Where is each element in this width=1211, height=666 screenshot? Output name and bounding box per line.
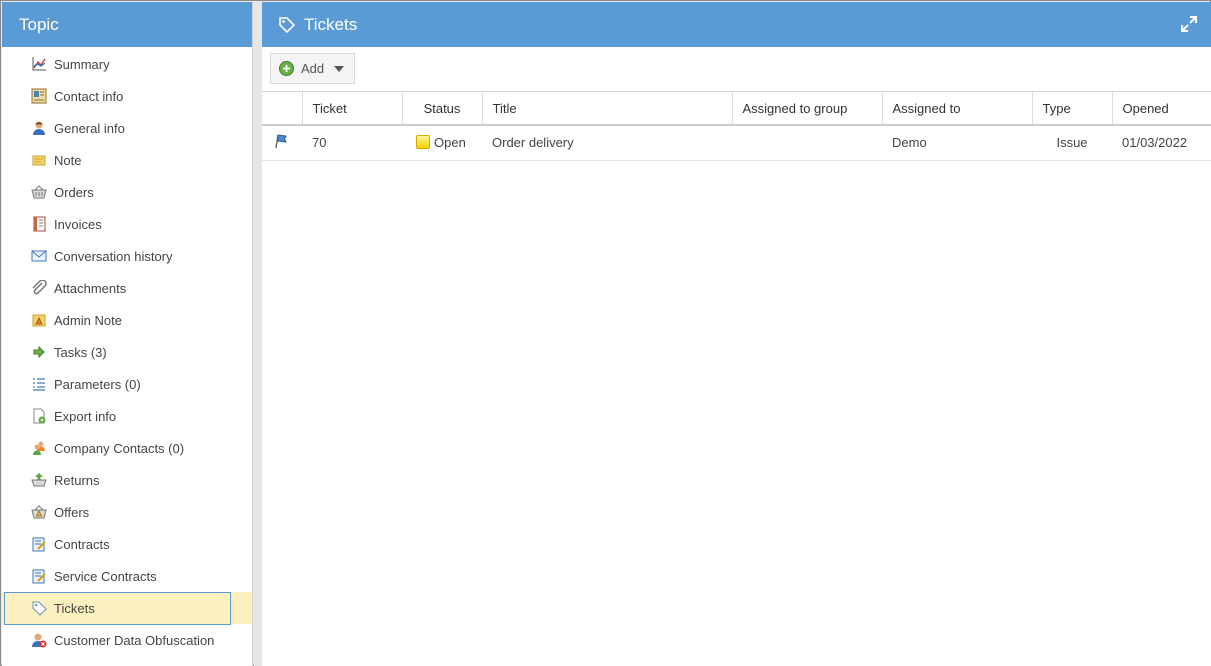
offer-basket-icon	[31, 504, 47, 520]
sidebar-item-label: Returns	[54, 472, 100, 488]
assigned-to: Demo	[882, 125, 1032, 161]
status-open-icon	[416, 135, 430, 150]
sidebar-item-label: Company Contacts (0)	[54, 440, 185, 456]
sidebar-item-label: General info	[54, 120, 125, 136]
sidebar-item-tasks[interactable]: Tasks (3)	[2, 336, 252, 368]
return-basket-icon	[31, 472, 47, 488]
status-cell: Open	[402, 125, 482, 161]
expand-icon[interactable]	[1181, 16, 1197, 32]
column-header-title[interactable]: Title	[482, 92, 733, 126]
column-header-status[interactable]: Status	[402, 92, 483, 126]
opened-date: 01/03/2022	[1112, 125, 1211, 161]
sidebar-item-label: Tickets	[54, 600, 95, 616]
column-header-ticket[interactable]: Ticket	[302, 92, 403, 126]
tickets-panel: Tickets Add Ticket Status Title Assigned…	[262, 2, 1211, 666]
ticket-number: 70	[302, 125, 402, 161]
sidebar-title: Topic	[2, 2, 252, 47]
panel-header: Tickets	[262, 2, 1211, 47]
topic-list: Summary Contact info General info Note O…	[2, 47, 252, 656]
ticket-type: Issue	[1032, 125, 1112, 161]
paperclip-icon	[31, 280, 47, 296]
sidebar-item-label: Export info	[54, 408, 117, 424]
admin-note-icon	[31, 312, 47, 328]
person-icon	[31, 120, 47, 136]
sidebar-item-note[interactable]: Note	[2, 144, 252, 176]
sidebar-item-label: Parameters (0)	[54, 376, 141, 392]
add-button-label: Add	[301, 61, 325, 76]
column-header-assigned-group[interactable]: Assigned to group	[732, 92, 883, 126]
sidebar-item-service-contracts[interactable]: Service Contracts	[2, 560, 252, 592]
envelope-icon	[31, 248, 47, 264]
chevron-down-icon	[334, 65, 345, 72]
contract-icon	[31, 536, 47, 552]
splitter[interactable]	[254, 2, 262, 666]
arrow-right-icon	[31, 344, 47, 360]
sidebar-item-label: Summary	[54, 56, 110, 72]
sidebar-item-label: Contact info	[54, 88, 124, 104]
sidebar-item-label: Offers	[54, 504, 90, 520]
sidebar-item-parameters[interactable]: Parameters (0)	[2, 368, 252, 400]
topic-sidebar: Topic Summary Contact info General info …	[2, 2, 253, 666]
app-window: Topic Summary Contact info General info …	[0, 0, 1211, 666]
sidebar-item-label: Orders	[54, 184, 94, 200]
invoice-icon	[31, 216, 47, 232]
sidebar-item-label: Customer Data Obfuscation	[54, 632, 215, 648]
table-row[interactable]: 70 Open Order delivery Demo Issue 01/03/…	[262, 125, 1211, 161]
page-title: Tickets	[304, 14, 358, 34]
sidebar-item-general-info[interactable]: General info	[2, 112, 252, 144]
sidebar-item-company-contacts[interactable]: Company Contacts (0)	[2, 432, 252, 464]
sidebar-item-label: Note	[54, 152, 82, 168]
assigned-group	[732, 125, 882, 161]
sidebar-item-label: Contracts	[54, 536, 110, 552]
tag-icon	[31, 600, 47, 616]
basket-icon	[31, 184, 47, 200]
sidebar-item-label: Invoices	[54, 216, 102, 232]
tickets-table: Ticket Status Title Assigned to group As…	[262, 92, 1211, 161]
sidebar-item-export-info[interactable]: Export info	[2, 400, 252, 432]
status-label: Open	[434, 135, 466, 151]
sidebar-item-label: Conversation history	[54, 248, 173, 264]
sidebar-item-returns[interactable]: Returns	[2, 464, 252, 496]
sidebar-item-invoices[interactable]: Invoices	[2, 208, 252, 240]
sidebar-item-offers[interactable]: Offers	[2, 496, 252, 528]
note-icon	[31, 152, 47, 168]
toolbar: Add	[262, 47, 1211, 92]
sidebar-item-orders[interactable]: Orders	[2, 176, 252, 208]
export-document-icon	[31, 408, 47, 424]
chart-icon	[31, 56, 47, 72]
sidebar-item-label: Admin Note	[54, 312, 122, 328]
sidebar-item-summary[interactable]: Summary	[2, 48, 252, 80]
sidebar-item-label: Tasks (3)	[54, 344, 107, 360]
column-header-opened[interactable]: Opened	[1112, 92, 1211, 126]
sidebar-item-conversation-history[interactable]: Conversation history	[2, 240, 252, 272]
contacts-group-icon	[31, 440, 47, 456]
ticket-flag-icon	[275, 134, 287, 149]
sidebar-item-admin-note[interactable]: Admin Note	[2, 304, 252, 336]
sidebar-item-label: Service Contracts	[54, 568, 157, 584]
ticket-title: Order delivery	[482, 125, 732, 161]
column-header-icon[interactable]	[262, 92, 303, 126]
tag-icon	[278, 16, 296, 34]
add-button[interactable]: Add	[270, 53, 356, 84]
ticket-type-cell	[262, 125, 302, 161]
obfuscation-person-icon	[31, 632, 47, 648]
service-contract-icon	[31, 568, 47, 584]
column-header-type[interactable]: Type	[1032, 92, 1113, 126]
parameters-list-icon	[31, 376, 47, 392]
sidebar-item-tickets[interactable]: Tickets	[2, 592, 252, 625]
contact-card-icon	[31, 88, 47, 104]
table-header-row: Ticket Status Title Assigned to group As…	[262, 92, 1211, 126]
sidebar-item-contact-info[interactable]: Contact info	[2, 80, 252, 112]
sidebar-item-attachments[interactable]: Attachments	[2, 272, 252, 304]
sidebar-item-contracts[interactable]: Contracts	[2, 528, 252, 560]
sidebar-item-customer-data-obfuscation[interactable]: Customer Data Obfuscation	[2, 624, 252, 656]
column-header-assigned-to[interactable]: Assigned to	[882, 92, 1033, 126]
add-circle-icon	[279, 61, 294, 76]
sidebar-item-label: Attachments	[54, 280, 127, 296]
